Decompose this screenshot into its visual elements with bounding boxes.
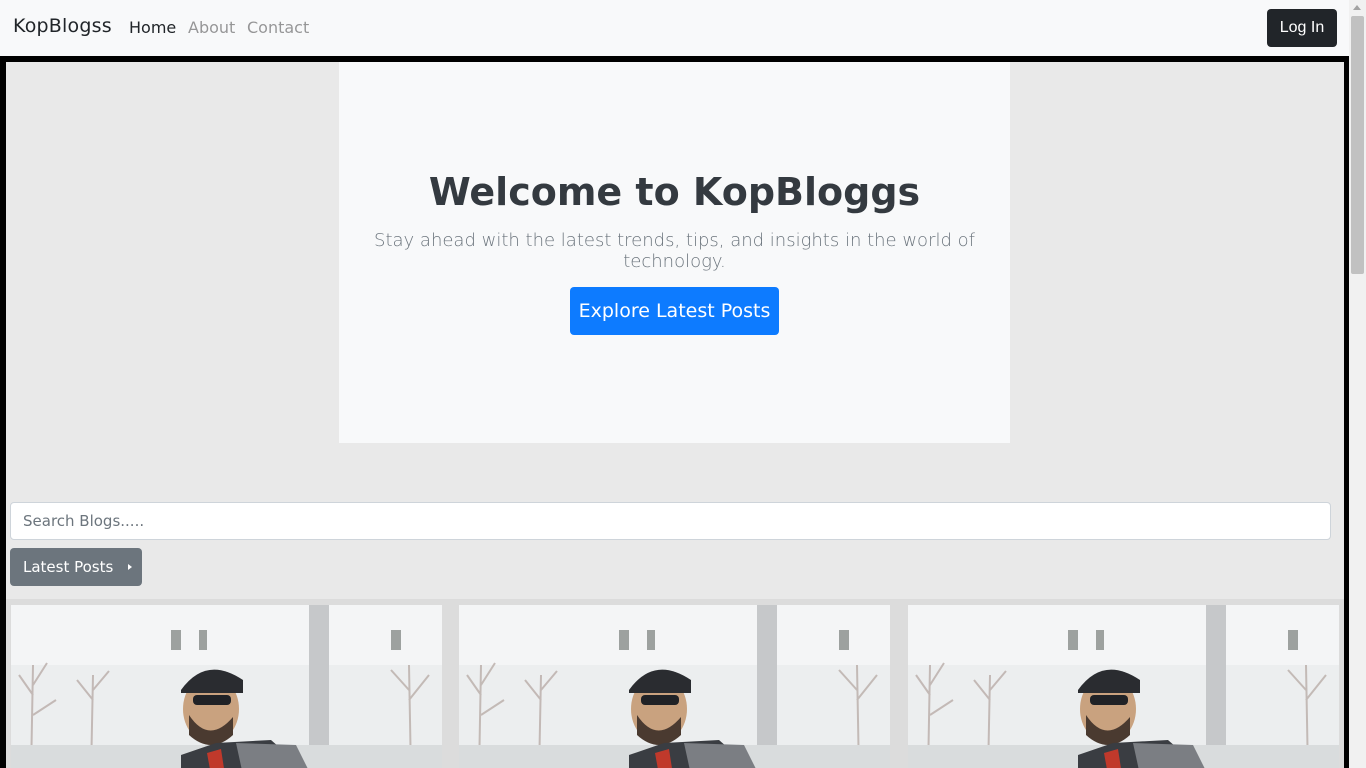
nav-contact-link[interactable]: Contact <box>247 18 309 37</box>
hero-subtitle: Stay ahead with the latest trends, tips,… <box>374 230 975 272</box>
post-image <box>459 605 890 768</box>
nav-about-link[interactable]: About <box>188 18 235 37</box>
hero-section: Welcome to KopBloggs Stay ahead with the… <box>339 62 1010 443</box>
page-scrollbar[interactable] <box>1349 0 1366 768</box>
caret-right-icon <box>128 564 132 570</box>
nav-home-link[interactable]: Home <box>129 18 176 37</box>
posts-grid <box>6 599 1344 768</box>
hero-title: Welcome to KopBloggs <box>428 170 921 214</box>
post-card[interactable] <box>908 605 1339 768</box>
top-navbar: KopBlogss Home About Contact Log In <box>0 0 1349 56</box>
latest-posts-label: Latest Posts <box>23 558 114 576</box>
post-card[interactable] <box>459 605 890 768</box>
content-area: Welcome to KopBloggs Stay ahead with the… <box>6 62 1344 768</box>
scroll-thumb[interactable] <box>1351 16 1364 274</box>
search-input[interactable] <box>10 502 1331 540</box>
scroll-up-icon[interactable] <box>1353 5 1361 10</box>
brand-logo[interactable]: KopBlogss <box>13 15 112 37</box>
post-image <box>908 605 1339 768</box>
post-card[interactable] <box>11 605 442 768</box>
post-image <box>11 605 442 768</box>
latest-posts-dropdown[interactable]: Latest Posts <box>10 548 142 586</box>
login-button[interactable]: Log In <box>1267 9 1337 47</box>
content-frame: Welcome to KopBloggs Stay ahead with the… <box>0 56 1349 768</box>
explore-posts-button[interactable]: Explore Latest Posts <box>570 287 779 335</box>
